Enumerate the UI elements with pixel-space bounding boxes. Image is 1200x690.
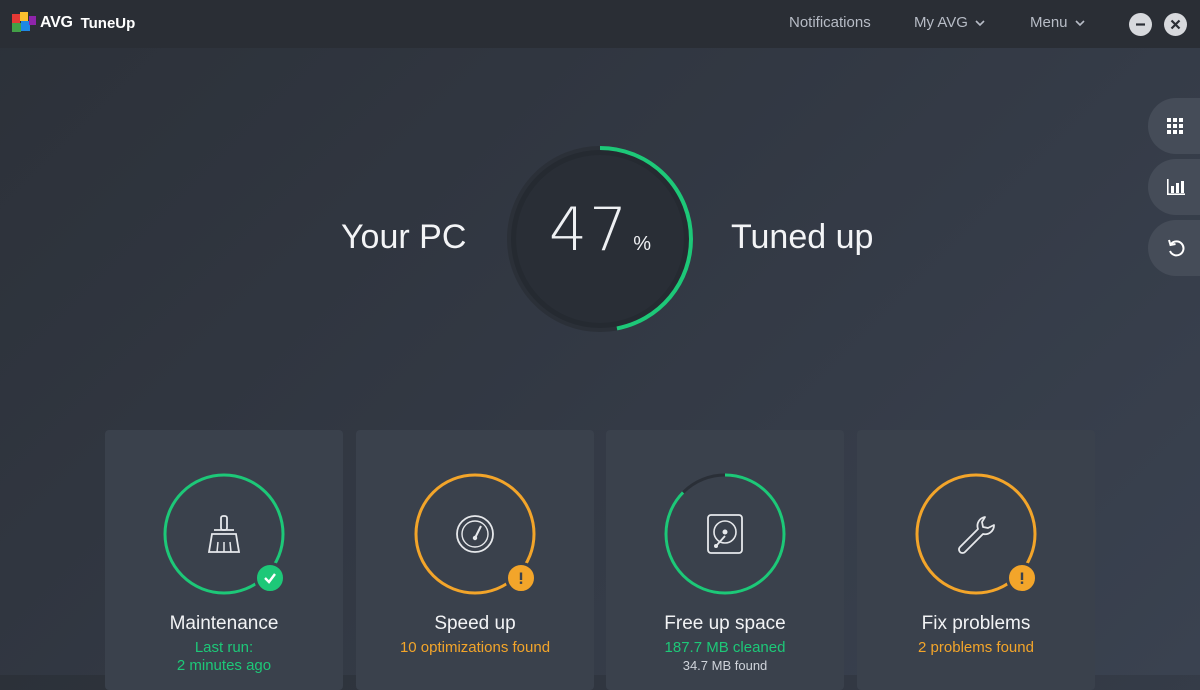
wrench-icon xyxy=(958,516,995,554)
hard-drive-icon xyxy=(707,514,743,554)
avg-logo-icon xyxy=(12,12,36,32)
free-up-space-found: 34.7 MB found xyxy=(682,658,768,673)
app-logo: AVG TuneUp xyxy=(12,12,135,34)
notifications-label: Notifications xyxy=(789,14,871,31)
broom-icon xyxy=(207,515,241,553)
my-avg-label: My AVG xyxy=(914,14,968,31)
maintenance-title: Maintenance xyxy=(169,613,279,634)
hero-left-text: Your PC xyxy=(341,218,467,256)
speedometer-icon xyxy=(456,515,494,553)
title-bar: AVG TuneUp Notifications My AVG Menu xyxy=(0,0,1200,48)
chevron-down-icon xyxy=(975,19,985,26)
speed-up-card[interactable]: Speed up 10 optimizations found xyxy=(356,430,594,690)
minimize-icon xyxy=(1136,23,1145,26)
percent-unit: % xyxy=(633,233,652,255)
notifications-link[interactable]: Notifications xyxy=(789,14,871,31)
grid-icon xyxy=(1167,118,1183,134)
maintenance-card[interactable]: Maintenance Last run: 2 minutes ago xyxy=(105,430,343,690)
warning-badge-icon xyxy=(1006,562,1038,594)
check-badge-icon xyxy=(254,562,286,594)
main-menu[interactable]: Menu xyxy=(1030,14,1085,31)
product-name: TuneUp xyxy=(80,14,136,32)
close-button[interactable] xyxy=(1164,13,1187,36)
chart-icon xyxy=(1167,179,1185,195)
free-up-space-title: Free up space xyxy=(664,613,786,634)
reports-button[interactable] xyxy=(1148,159,1200,215)
chevron-down-icon xyxy=(1074,19,1085,26)
warning-badge-icon xyxy=(505,562,537,594)
fix-problems-card[interactable]: Fix problems 2 problems found xyxy=(857,430,1095,690)
maintenance-status-line2: 2 minutes ago xyxy=(176,657,272,674)
fix-problems-status: 2 problems found xyxy=(918,639,1034,656)
brand-name: AVG xyxy=(40,14,73,31)
menu-label: Menu xyxy=(1030,14,1068,31)
undo-button[interactable] xyxy=(1148,220,1200,276)
maintenance-status: Last run: 2 minutes ago xyxy=(105,639,343,675)
free-up-space-card[interactable]: Free up space 187.7 MB cleaned 34.7 MB f… xyxy=(606,430,844,690)
fix-problems-title: Fix problems xyxy=(921,613,1031,634)
minimize-button[interactable] xyxy=(1129,13,1152,36)
speed-up-status: 10 optimizations found xyxy=(399,639,551,656)
hero-right-text: Tuned up xyxy=(731,218,874,256)
my-avg-menu[interactable]: My AVG xyxy=(914,14,985,31)
speed-up-title: Speed up xyxy=(434,613,516,634)
close-icon xyxy=(1170,19,1181,30)
undo-icon xyxy=(1168,239,1185,257)
apps-button[interactable] xyxy=(1148,98,1200,154)
maintenance-status-line1: Last run: xyxy=(194,639,254,656)
tuneup-percent: 47 xyxy=(548,195,630,265)
free-up-space-status: 187.7 MB cleaned xyxy=(664,639,786,656)
gauge-value: 47% xyxy=(502,195,698,265)
